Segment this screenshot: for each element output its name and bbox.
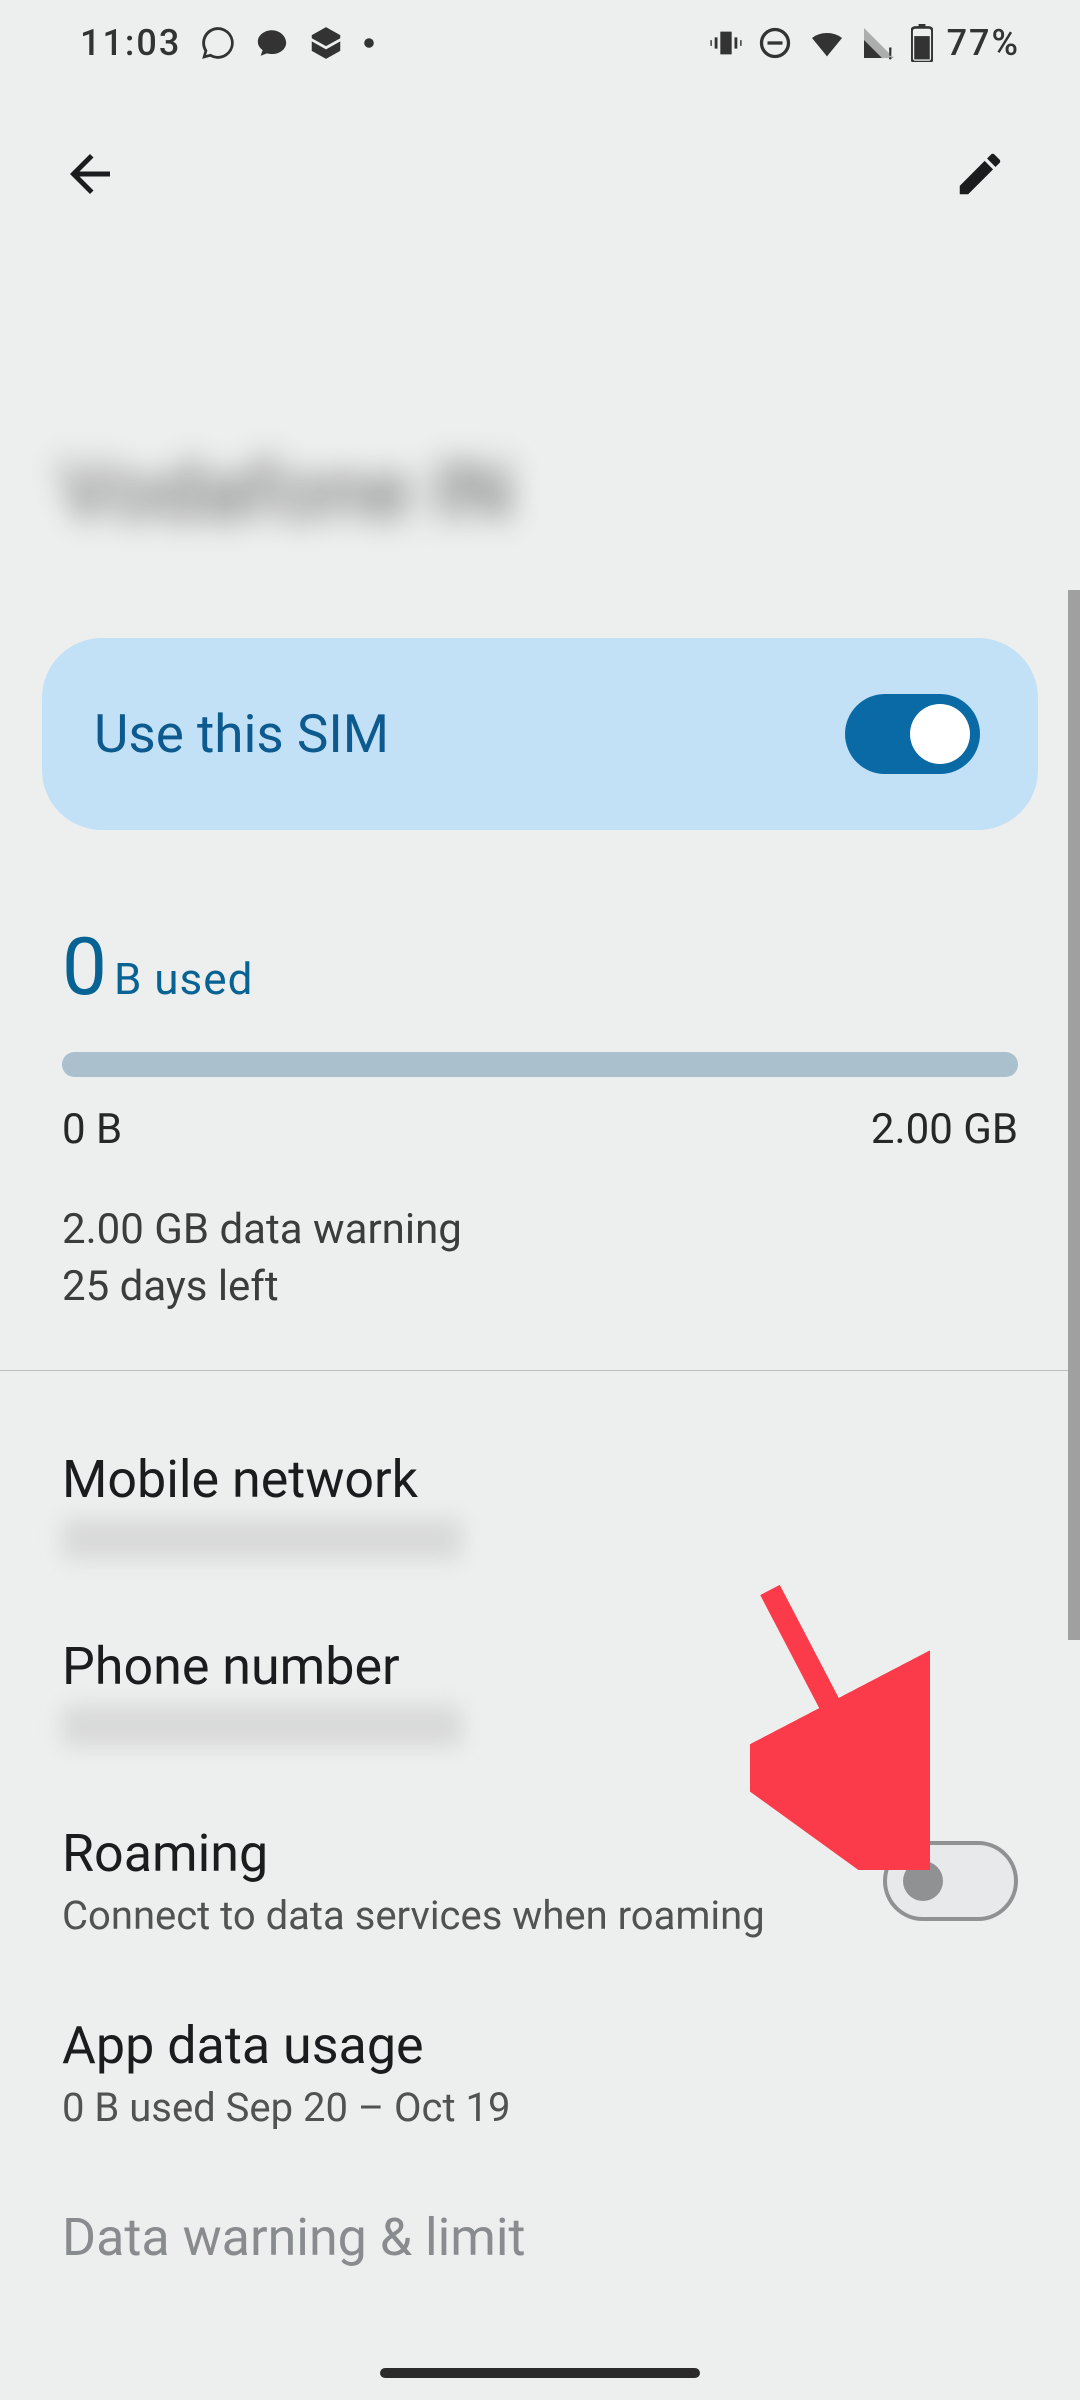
app-bar [0,84,1080,244]
app-data-usage-title: App data usage [62,2015,1018,2076]
phone-number-sub [62,1705,462,1747]
roaming-toggle[interactable] [883,1841,1018,1921]
battery-percentage: 77% [947,22,1020,64]
scroll-indicator[interactable] [1068,590,1080,1640]
app-data-usage-sub: 0 B used Sep 20 – Oct 19 [62,2084,1018,2131]
data-usage-bar [62,1052,1018,1077]
status-bar: 11:03 ! 77% [0,0,1080,84]
battery-icon [911,24,933,62]
pencil-icon [953,147,1007,201]
box-icon [307,24,345,62]
status-time: 11:03 [80,22,181,64]
edit-button[interactable] [930,124,1030,224]
data-used-value: 0 [62,920,106,1014]
mobile-network-title: Mobile network [62,1449,1018,1510]
use-this-sim-label: Use this SIM [94,703,389,765]
use-this-sim-toggle[interactable] [845,694,980,774]
vibrate-icon [709,26,743,60]
data-used-unit: B used [114,953,253,1005]
data-warning-limit-row[interactable]: Data warning & limit [42,2177,1038,2322]
roaming-sub: Connect to data services when roaming [62,1892,883,1939]
roaming-title: Roaming [62,1823,883,1884]
mobile-network-sub [62,1518,462,1560]
data-min-label: 0 B [62,1105,122,1154]
toggle-knob [910,704,970,764]
dot-icon [363,37,375,49]
data-max-label: 2.00 GB [871,1105,1018,1154]
status-bar-left: 11:03 [80,22,375,64]
phone-number-row[interactable]: Phone number [42,1606,1038,1793]
roaming-row[interactable]: Roaming Connect to data services when ro… [42,1793,1038,1985]
data-usage-section[interactable]: 0 B used 0 B 2.00 GB 2.00 GB data warnin… [42,920,1038,1315]
arrow-left-icon [60,144,120,204]
data-usage-labels: 0 B 2.00 GB [62,1105,1018,1154]
toggle-knob [903,1861,943,1901]
whatsapp-icon [199,24,237,62]
data-used: 0 B used [62,920,1018,1014]
divider [0,1370,1080,1371]
phone-number-title: Phone number [62,1636,1018,1697]
app-data-usage-row[interactable]: App data usage 0 B used Sep 20 – Oct 19 [42,1985,1038,2177]
wifi-icon [807,23,847,63]
data-warning-limit-title: Data warning & limit [62,2207,1018,2268]
back-button[interactable] [40,124,140,224]
mobile-network-row[interactable]: Mobile network [42,1419,1038,1606]
days-left-text: 25 days left [62,1259,1018,1316]
status-bar-right: ! 77% [709,22,1020,64]
nav-handle[interactable] [380,2368,700,2378]
dnd-icon [757,25,793,61]
data-warning-text: 2.00 GB data warning [62,1202,1018,1259]
svg-text:!: ! [888,46,895,62]
carrier-name: Vodafone IN [60,444,1020,538]
chat-icon [255,26,289,60]
signal-icon: ! [861,25,897,61]
use-this-sim-row[interactable]: Use this SIM [42,638,1038,830]
